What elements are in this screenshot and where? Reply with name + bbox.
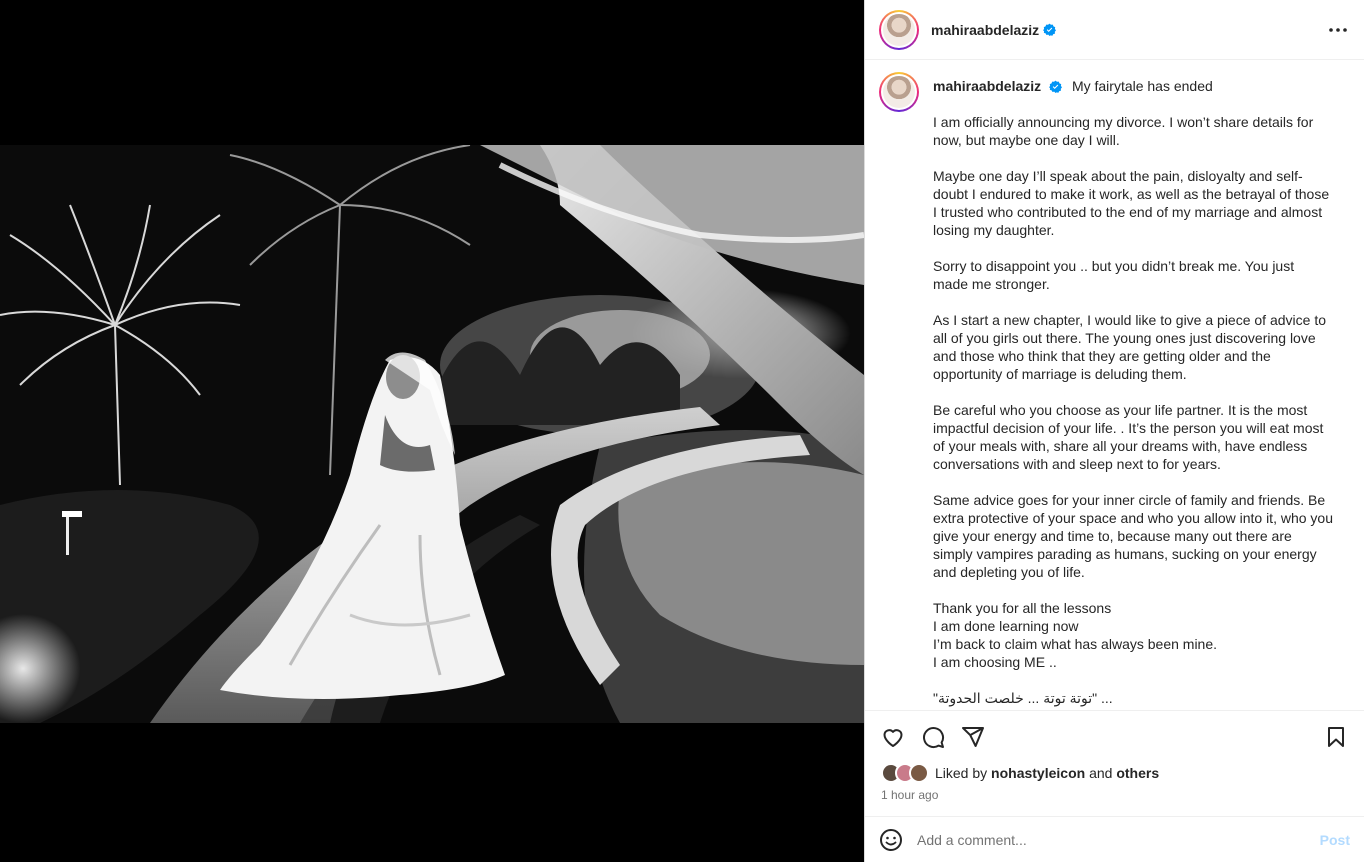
caption-row: mahiraabdelaziz My fairytale has ended I… (879, 72, 1350, 707)
post-panel: mahiraabdelaziz mahiraabdelaziz My fairy… (864, 0, 1364, 862)
caption-username[interactable]: mahiraabdelaziz (933, 78, 1041, 94)
likes-summary: Liked by nohastyleicon and others (881, 763, 1348, 783)
avatar-image (883, 13, 915, 46)
caption-head: mahiraabdelaziz My fairytale has ended (933, 77, 1333, 95)
comment-bar: Post (865, 816, 1364, 862)
post-photo[interactable] (0, 145, 864, 723)
post-timestamp[interactable]: 1 hour ago (881, 788, 1348, 802)
liker-avatars (881, 763, 929, 783)
instagram-post-viewer: mahiraabdelaziz mahiraabdelaziz My fairy… (0, 0, 1364, 862)
avatar[interactable] (879, 9, 919, 50)
media-pane (0, 0, 864, 862)
comment-input[interactable] (917, 831, 1320, 848)
liked-by-user[interactable]: nohastyleicon (991, 765, 1085, 781)
caption-text: I am officially announcing my divorce. I… (933, 114, 1333, 706)
share-icon[interactable] (961, 725, 985, 749)
post-actions: Liked by nohastyleicon and others 1 hour… (865, 710, 1364, 816)
caption-section: mahiraabdelaziz My fairytale has ended I… (865, 60, 1364, 710)
caption-avatar[interactable] (879, 72, 919, 112)
header-username[interactable]: mahiraabdelaziz (931, 22, 1039, 38)
post-comment-button[interactable]: Post (1320, 832, 1350, 848)
liker-avatar[interactable] (909, 763, 929, 783)
verified-badge-icon (1049, 80, 1063, 93)
verified-badge-icon (1043, 23, 1057, 36)
caption-avatar-image (883, 76, 915, 108)
more-options-icon[interactable] (1326, 18, 1350, 42)
liked-by-others[interactable]: others (1116, 765, 1159, 781)
bookmark-icon[interactable] (1324, 725, 1348, 749)
comment-icon[interactable] (921, 725, 945, 749)
emoji-icon[interactable] (879, 828, 903, 852)
liked-by-conjunction: and (1089, 765, 1113, 781)
liked-by-label: Liked by (935, 765, 988, 781)
heart-icon[interactable] (881, 725, 905, 749)
post-header: mahiraabdelaziz (865, 0, 1364, 60)
action-icons (881, 723, 1348, 751)
caption-body: mahiraabdelaziz My fairytale has ended I… (933, 72, 1333, 707)
caption-title: My fairytale has ended (1071, 78, 1213, 94)
